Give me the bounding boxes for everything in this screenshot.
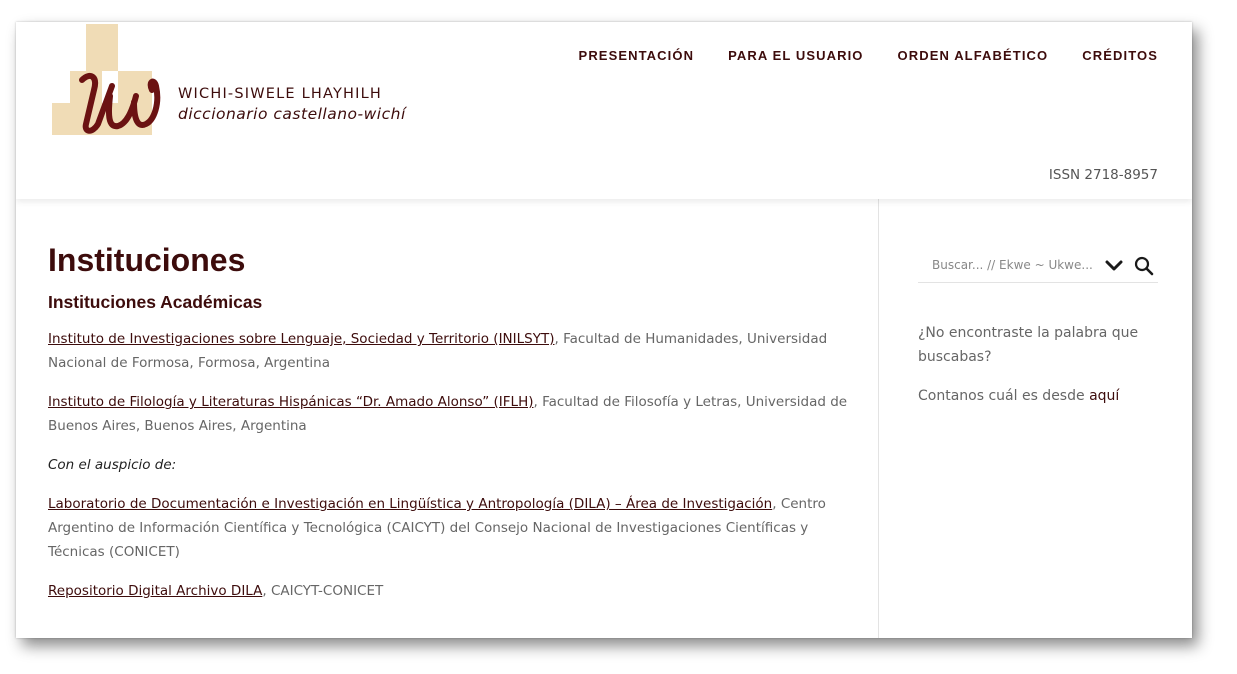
institution-link-repositorio[interactable]: Repositorio Digital Archivo DILA (48, 583, 262, 599)
main-content: Instituciones Instituciones Académicas I… (48, 240, 848, 603)
institution-description: , CAICYT-CONICET (262, 583, 384, 599)
site-logo[interactable]: WICHI-SIWELE LHAYHILH diccionario castel… (52, 24, 412, 136)
auspicio-text: Con el auspicio de: (48, 457, 177, 473)
not-found-question: ¿No encontraste la palabra que buscabas? (918, 325, 1139, 365)
sidebar-divider (878, 199, 879, 638)
contact-line: Contanos cuál es desde aquí (918, 384, 1158, 408)
nav-item-para-el-usuario[interactable]: PARA EL USUARIO (728, 48, 863, 63)
search-icon[interactable] (1134, 256, 1154, 276)
browser-page: WICHI-SIWELE LHAYHILH diccionario castel… (16, 22, 1192, 638)
institution-entry: Repositorio Digital Archivo DILA, CAICYT… (48, 579, 848, 603)
logo-mark-icon (52, 24, 161, 135)
auspicio-label: Con el auspicio de: (48, 453, 848, 477)
page-title: Instituciones (48, 242, 246, 278)
institution-entry: Instituto de Investigaciones sobre Lengu… (48, 327, 848, 375)
nav-item-presentacion[interactable]: PRESENTACIÓN (579, 48, 695, 63)
institution-link-inilsyt[interactable]: Instituto de Investigaciones sobre Lengu… (48, 331, 555, 347)
issn-label: ISSN 2718-8957 (1048, 167, 1158, 183)
chevron-down-icon[interactable] (1105, 257, 1123, 275)
search-box (918, 250, 1158, 283)
institution-entry: Laboratorio de Documentación e Investiga… (48, 492, 848, 564)
institution-link-iflh[interactable]: Instituto de Filología y Literaturas His… (48, 394, 534, 410)
contact-text: Contanos cuál es desde (918, 388, 1090, 404)
nav-item-orden-alfabetico[interactable]: ORDEN ALFABÉTICO (898, 48, 1049, 63)
search-input[interactable] (918, 250, 1112, 280)
section-title: Instituciones Académicas (48, 292, 263, 312)
logo-text: WICHI-SIWELE LHAYHILH diccionario castel… (178, 84, 406, 124)
logo-title: WICHI-SIWELE LHAYHILH (178, 86, 382, 102)
institution-entry: Instituto de Filología y Literaturas His… (48, 390, 848, 438)
contact-link[interactable]: aquí (1089, 388, 1119, 404)
institution-link-dila[interactable]: Laboratorio de Documentación e Investiga… (48, 496, 772, 512)
sidebar: ¿No encontraste la palabra que buscabas?… (918, 250, 1158, 408)
logo-subtitle: diccionario castellano-wichí (178, 105, 406, 123)
main-nav: PRESENTACIÓN PARA EL USUARIO ORDEN ALFAB… (579, 48, 1158, 63)
site-header: WICHI-SIWELE LHAYHILH diccionario castel… (16, 22, 1192, 199)
nav-item-creditos[interactable]: CRÉDITOS (1082, 48, 1158, 63)
